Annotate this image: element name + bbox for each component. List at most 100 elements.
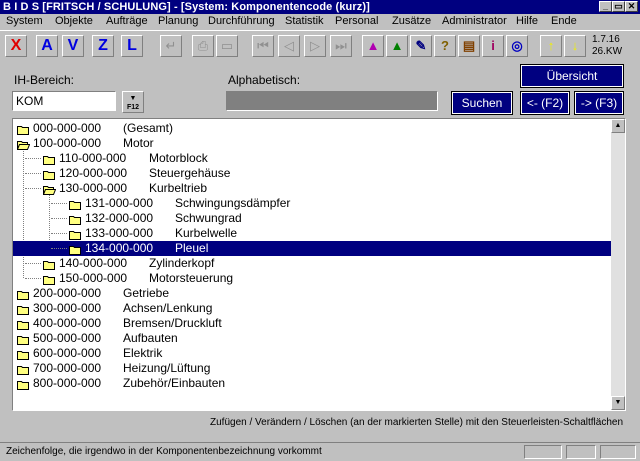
tree-row[interactable]: 400-000-000 Bremsen/Druckluft bbox=[13, 316, 603, 331]
person-down-icon[interactable]: ▲ bbox=[386, 35, 408, 57]
menu-zusaetze[interactable]: Zusätze bbox=[392, 15, 431, 27]
status-bar: Zeichenfolge, die irgendwo in der Kompon… bbox=[0, 442, 640, 461]
tree-item-code: 130-000-000 bbox=[59, 181, 128, 195]
folder-open-icon bbox=[42, 184, 57, 195]
tree-item-code: 110-000-000 bbox=[59, 151, 127, 165]
delete-button[interactable]: X bbox=[5, 35, 27, 57]
pen-icon[interactable]: ✎ bbox=[410, 35, 432, 57]
folder-icon bbox=[17, 124, 29, 135]
ih-bereich-input[interactable]: KOM bbox=[12, 91, 116, 111]
tree-row[interactable]: 110-000-000 Motorblock bbox=[13, 151, 603, 166]
tree-row[interactable]: 132-000-000 Schwungrad bbox=[13, 211, 603, 226]
overview-button[interactable]: Übersicht bbox=[520, 64, 624, 88]
folder-icon bbox=[17, 289, 29, 300]
menu-hilfe[interactable]: Hilfe bbox=[516, 15, 538, 27]
tree-row[interactable]: 150-000-000 Motorsteuerung bbox=[13, 271, 603, 286]
tree-row[interactable]: 600-000-000 Elektrik bbox=[13, 346, 603, 361]
tree-item-name: Elektrik bbox=[123, 346, 163, 360]
person-up-icon[interactable]: ▲ bbox=[362, 35, 384, 57]
next-record-icon[interactable]: ▷ bbox=[304, 35, 326, 57]
close-window-button[interactable]: ✕ bbox=[625, 1, 638, 12]
info-icon[interactable]: i bbox=[482, 35, 504, 57]
tree-row[interactable]: 140-000-000 Zylinderkopf bbox=[13, 256, 603, 271]
scroll-up-button[interactable]: ▲ bbox=[611, 119, 625, 133]
folder-icon bbox=[17, 379, 29, 390]
previous-record-icon[interactable]: ◁ bbox=[278, 35, 300, 57]
tree-connector bbox=[25, 263, 41, 264]
tree-item-name: Getriebe bbox=[123, 286, 170, 300]
menu-durchfuehrung[interactable]: Durchführung bbox=[208, 15, 275, 27]
tree-item-name: Steuergehäuse bbox=[149, 166, 231, 180]
tree-connector bbox=[51, 203, 67, 204]
print-icon[interactable]: ⎙ bbox=[192, 35, 214, 57]
search-button[interactable]: Suchen bbox=[451, 91, 513, 115]
tree-row[interactable]: 800-000-000 Zubehör/Einbauten bbox=[13, 376, 603, 391]
date-display: 1.7.16 26.KW bbox=[592, 34, 622, 58]
folder-icon bbox=[43, 274, 55, 285]
tree-item-name: Heizung/Lüftung bbox=[123, 361, 211, 375]
tree-row[interactable]: 131-000-000 Schwingungsdämpfer bbox=[13, 196, 603, 211]
tree-row[interactable]: 200-000-000 Getriebe bbox=[13, 286, 603, 301]
menu-planung[interactable]: Planung bbox=[158, 15, 198, 27]
ih-bereich-label: IH-Bereich: bbox=[14, 73, 75, 87]
menu-personal[interactable]: Personal bbox=[335, 15, 378, 27]
status-panel-3 bbox=[600, 445, 636, 459]
tree-row[interactable]: 100-000-000 Motor bbox=[13, 136, 603, 151]
minimize-button[interactable]: _ bbox=[599, 1, 612, 12]
tree-item-name: Motorsteuerung bbox=[149, 271, 234, 285]
maximize-button[interactable]: ▭ bbox=[612, 1, 625, 12]
tree-item-name: Kurbelwelle bbox=[175, 226, 238, 240]
scroll-down-button[interactable]: ▼ bbox=[611, 396, 625, 410]
window-title: B I D S [FRITSCH / SCHULUNG] - [System: … bbox=[3, 1, 370, 13]
tree-item-name: Motor bbox=[123, 136, 154, 150]
vertical-scrollbar[interactable]: ▲ ▼ bbox=[611, 119, 625, 410]
tree-row[interactable]: 134-000-000 Pleuel bbox=[13, 241, 611, 256]
menu-auftraege[interactable]: Aufträge bbox=[106, 15, 148, 27]
tree-item-code: 300-000-000 bbox=[33, 301, 102, 315]
tree-row[interactable]: 300-000-000 Achsen/Lenkung bbox=[13, 301, 603, 316]
folder-icon bbox=[17, 349, 29, 360]
help-icon[interactable]: ? bbox=[434, 35, 456, 57]
f12-picker-button[interactable]: ▼ F12 bbox=[122, 91, 144, 113]
l-button[interactable]: L bbox=[121, 35, 143, 57]
alphabetisch-input[interactable] bbox=[226, 91, 438, 111]
tree-connector bbox=[25, 188, 41, 189]
component-tree[interactable]: 800-000-000 Zubehör/Einbauten 700-000-000 H… bbox=[12, 118, 626, 411]
folder-icon bbox=[43, 169, 55, 180]
folder-icon bbox=[17, 319, 29, 330]
last-record-icon[interactable]: ⏭ bbox=[330, 35, 352, 57]
change-button[interactable]: V bbox=[62, 35, 84, 57]
tree-row[interactable]: 130-000-000 Kurbeltrieb bbox=[13, 181, 603, 196]
next-f3-button[interactable]: -> (F3) bbox=[574, 91, 624, 115]
menu-objekte[interactable]: Objekte bbox=[55, 15, 93, 27]
tree-item-code: 500-000-000 bbox=[33, 331, 102, 345]
add-button[interactable]: A bbox=[36, 35, 58, 57]
menu-administrator[interactable]: Administrator bbox=[442, 15, 507, 27]
week-text: 26.KW bbox=[592, 46, 623, 57]
book-icon[interactable]: ▤ bbox=[458, 35, 480, 57]
tree-row[interactable]: 133-000-000 Kurbelwelle bbox=[13, 226, 603, 241]
arrow-down-icon[interactable]: ↓ bbox=[564, 35, 586, 57]
arrow-up-icon[interactable]: ↑ bbox=[540, 35, 562, 57]
tree-item-name: Pleuel bbox=[175, 241, 209, 255]
tree-row[interactable]: 500-000-000 Aufbauten bbox=[13, 331, 603, 346]
status-panel-2 bbox=[566, 445, 596, 459]
menu-system[interactable]: System bbox=[6, 15, 43, 27]
tree-connector bbox=[51, 218, 67, 219]
menu-statistik[interactable]: Statistik bbox=[285, 15, 324, 27]
target-icon[interactable]: ◎ bbox=[506, 35, 528, 57]
tree-item-name: Aufbauten bbox=[123, 331, 178, 345]
page-icon[interactable]: ▭ bbox=[216, 35, 238, 57]
picker-arrow-icon: ▼ bbox=[129, 95, 137, 102]
z-button[interactable]: Z bbox=[92, 35, 114, 57]
tree-row[interactable]: 700-000-000 Heizung/Lüftung bbox=[13, 361, 603, 376]
tree-row[interactable]: 120-000-000 Steuergehäuse bbox=[13, 166, 603, 181]
tree-item-code: 150-000-000 bbox=[59, 271, 128, 285]
previous-f2-button[interactable]: <- (F2) bbox=[520, 91, 570, 115]
folder-icon bbox=[69, 244, 81, 255]
folder-icon bbox=[43, 259, 55, 270]
return-icon[interactable]: ↵ bbox=[160, 35, 182, 57]
menu-ende[interactable]: Ende bbox=[551, 15, 577, 27]
first-record-icon[interactable]: ⏮ bbox=[252, 35, 274, 57]
tree-row[interactable]: 000-000-000 (Gesamt) bbox=[13, 121, 603, 136]
